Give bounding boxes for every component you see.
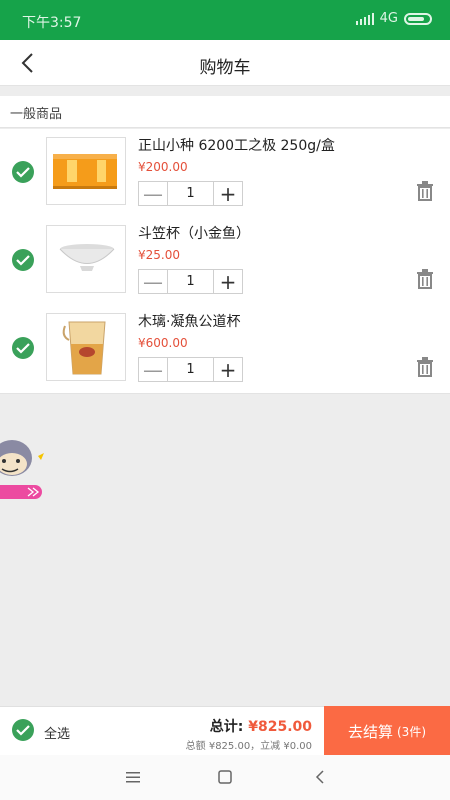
- item-name[interactable]: 斗笠杯（小金鱼）: [138, 223, 250, 243]
- product-image[interactable]: [46, 313, 126, 381]
- item-price: ¥600.00: [138, 336, 188, 350]
- trash-icon: [417, 181, 433, 201]
- product-image[interactable]: [46, 225, 126, 293]
- increase-button[interactable]: +: [214, 182, 242, 206]
- home-button[interactable]: [218, 769, 232, 788]
- signal-icon: [355, 12, 374, 25]
- quantity-value[interactable]: 1: [167, 182, 214, 205]
- item-checkbox[interactable]: [12, 161, 34, 183]
- home-square-icon: [218, 770, 232, 784]
- check-icon: [16, 255, 30, 266]
- quantity-value[interactable]: 1: [167, 358, 214, 381]
- item-price: ¥200.00: [138, 160, 188, 174]
- trash-icon: [417, 269, 433, 289]
- decrease-button[interactable]: —: [139, 358, 167, 382]
- triangle-back-icon: [315, 770, 324, 784]
- quantity-stepper: — 1 +: [138, 357, 243, 382]
- select-all-checkbox[interactable]: [12, 719, 34, 741]
- check-icon: [16, 343, 30, 354]
- checkout-bar: 全选 总计: ¥825.00 总额 ¥825.00，立减 ¥0.00 去结算 (…: [0, 706, 450, 756]
- increase-button[interactable]: +: [214, 358, 242, 382]
- total-label: 总计:: [209, 719, 244, 735]
- status-indicators: 4G: [355, 11, 432, 26]
- checkout-button[interactable]: 去结算 (3件): [324, 706, 450, 756]
- status-bar: 下午3:57 4G: [0, 0, 450, 40]
- item-checkbox[interactable]: [12, 249, 34, 271]
- menu-button[interactable]: [126, 769, 140, 788]
- check-icon: [16, 725, 30, 736]
- decrease-button[interactable]: —: [139, 182, 167, 206]
- item-name[interactable]: 正山小种 6200工之极 250g/盒: [138, 135, 335, 155]
- floating-mascot[interactable]: [0, 428, 50, 503]
- quantity-value[interactable]: 1: [167, 270, 214, 293]
- delete-button[interactable]: [416, 269, 434, 289]
- select-all-label[interactable]: 全选: [44, 723, 70, 742]
- trash-icon: [417, 357, 433, 377]
- quantity-stepper: — 1 +: [138, 269, 243, 294]
- item-name[interactable]: 木璃·凝魚公道杯: [138, 311, 240, 331]
- system-back-button[interactable]: [314, 769, 326, 788]
- delete-button[interactable]: [416, 181, 434, 201]
- checkout-label: 去结算: [347, 722, 393, 741]
- page-title: 购物车: [199, 58, 251, 78]
- check-icon: [16, 167, 30, 178]
- cart-item: 斗笠杯（小金鱼） ¥25.00 — 1 +: [0, 217, 450, 305]
- total-amount: ¥825.00: [248, 719, 312, 735]
- checkout-count: (3件): [397, 724, 426, 739]
- nav-bar: 购物车: [0, 40, 450, 86]
- delete-button[interactable]: [416, 357, 434, 377]
- system-nav-bar: [0, 755, 450, 800]
- menu-icon: [126, 772, 140, 783]
- total-line: 总计: ¥825.00: [210, 716, 312, 736]
- cart-item: 正山小种 6200工之极 250g/盒 ¥200.00 — 1 +: [0, 129, 450, 217]
- item-price: ¥25.00: [138, 248, 180, 262]
- battery-icon: [404, 12, 432, 25]
- item-checkbox[interactable]: [12, 337, 34, 359]
- product-image[interactable]: [46, 137, 126, 205]
- cart-item: 木璃·凝魚公道杯 ¥600.00 — 1 +: [0, 305, 450, 393]
- increase-button[interactable]: +: [214, 270, 242, 294]
- network-type: 4G: [379, 11, 398, 26]
- section-header: 一般商品: [0, 96, 450, 128]
- cart-list: 正山小种 6200工之极 250g/盒 ¥200.00 — 1 + 斗笠杯（小金…: [0, 129, 450, 394]
- status-time: 下午3:57: [22, 15, 82, 31]
- total-detail: 总额 ¥825.00，立减 ¥0.00: [185, 741, 312, 752]
- decrease-button[interactable]: —: [139, 270, 167, 294]
- quantity-stepper: — 1 +: [138, 181, 243, 206]
